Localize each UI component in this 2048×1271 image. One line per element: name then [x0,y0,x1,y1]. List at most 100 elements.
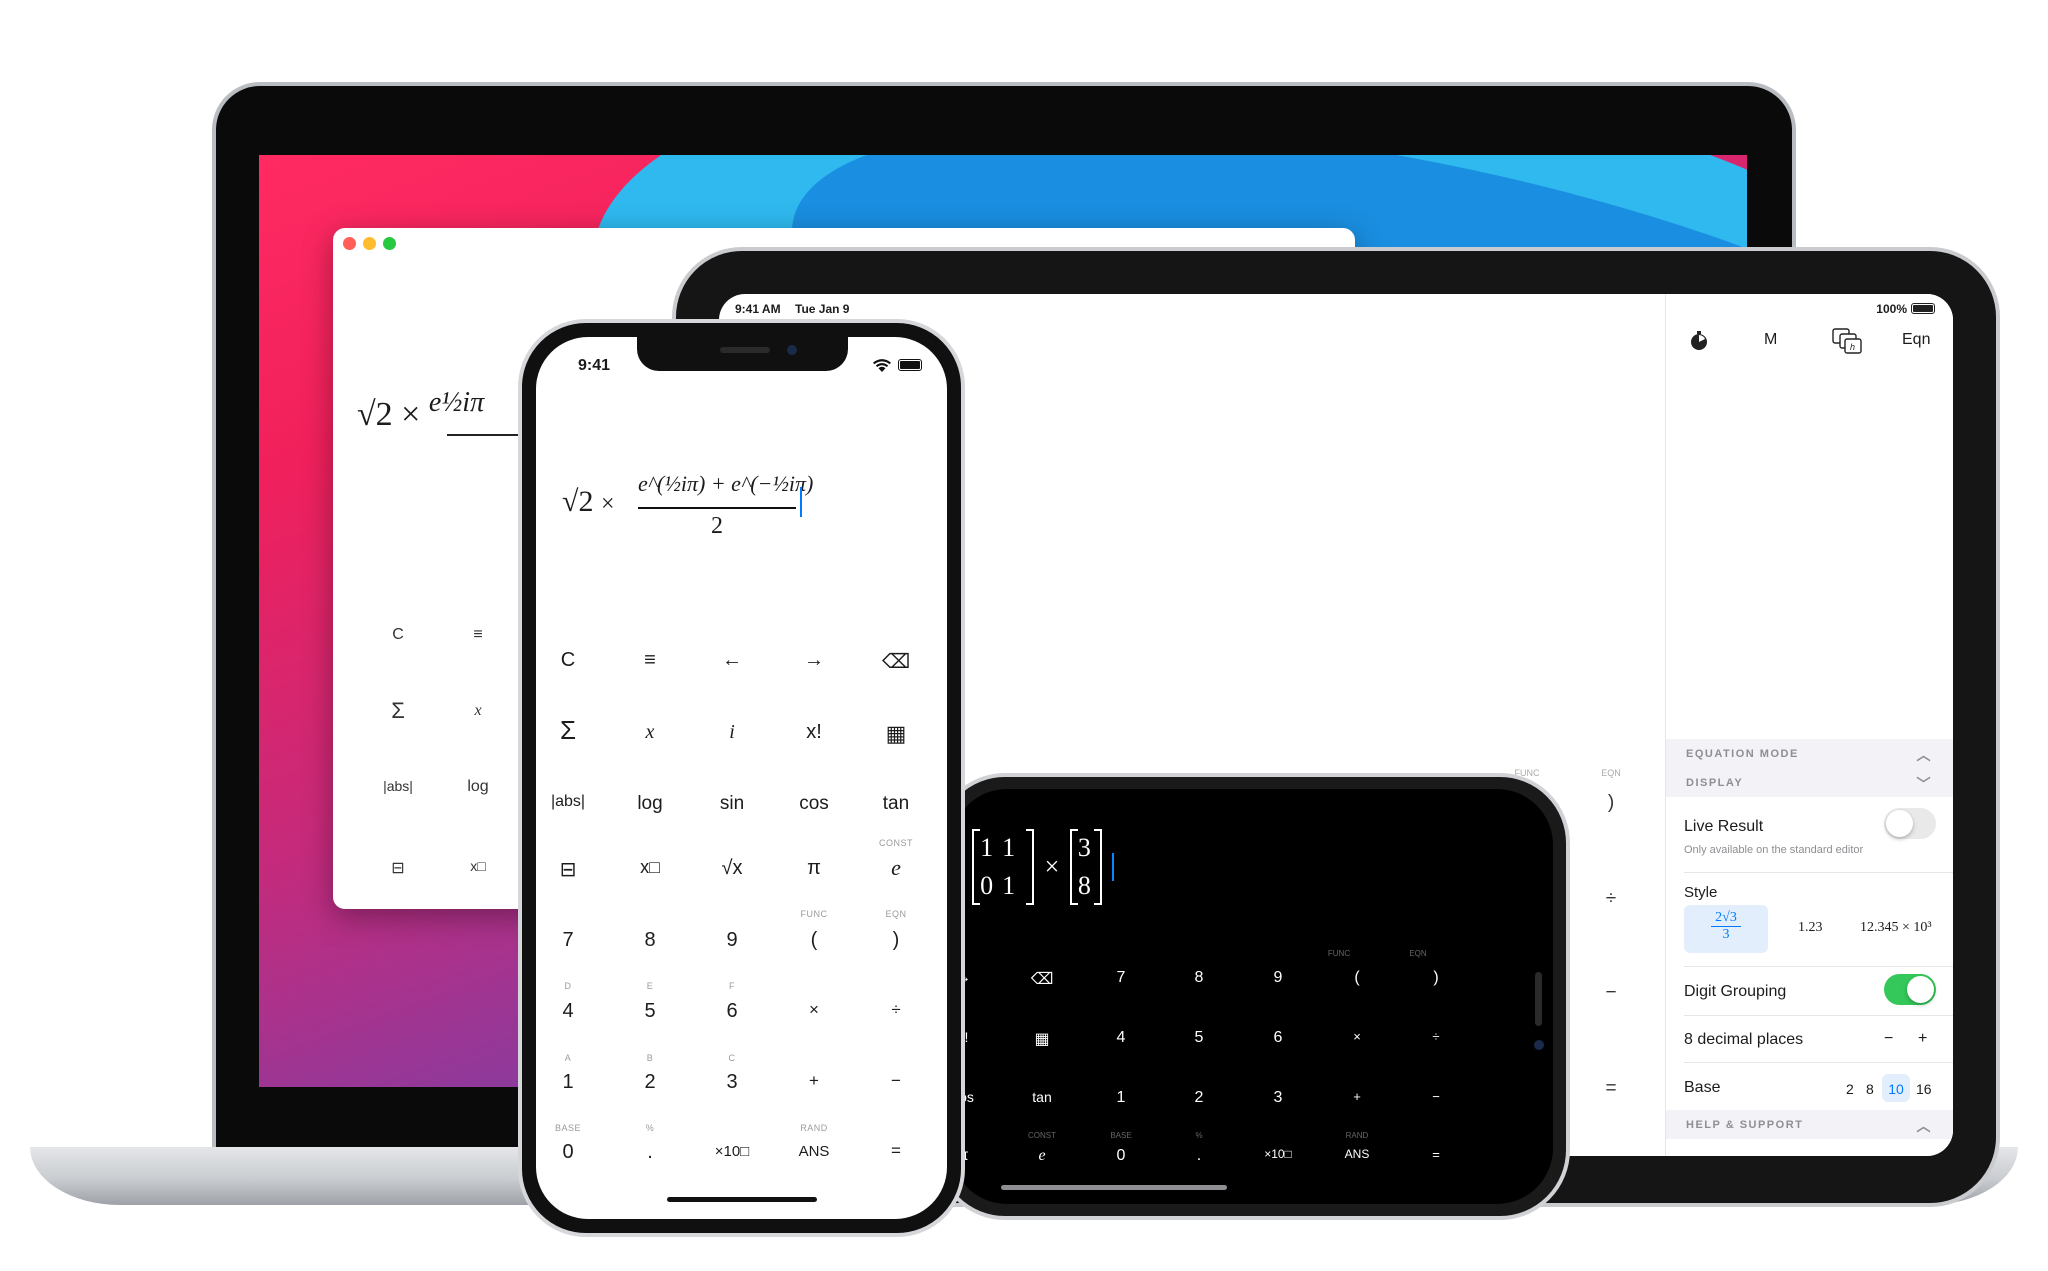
key-equals[interactable]: = [1591,1078,1631,1100]
close-window-button[interactable] [343,237,356,250]
key-add[interactable]: + [1327,1089,1387,1104]
key-9[interactable]: 9 [697,929,767,952]
key-0[interactable]: 0 [1091,1147,1151,1165]
key-subtract[interactable]: − [1406,1089,1466,1104]
zoom-window-button[interactable] [383,237,396,250]
key-3[interactable]: 3 [697,1071,767,1094]
key-ans[interactable]: ANS [1327,1147,1387,1161]
style-option-decimal[interactable]: 1.23 [1798,920,1823,936]
key-open-paren[interactable]: ( [1327,969,1387,987]
key-sum[interactable]: Σ [536,715,603,746]
key-fraction[interactable]: ⊟ [536,857,603,882]
key-pi[interactable]: π [779,857,849,880]
key-tan[interactable]: tan [861,793,931,815]
key-variable[interactable]: x [615,721,685,744]
key-5[interactable]: 5 [1169,1029,1229,1047]
key-equals[interactable]: = [861,1141,931,1161]
key-menu[interactable]: ≡ [615,649,685,672]
key-power[interactable]: x□ [443,858,513,874]
key-cos[interactable]: cos [779,793,849,815]
key-0[interactable]: 0 [536,1141,603,1164]
key-log[interactable]: log [443,778,513,796]
key-e[interactable]: e [861,855,931,881]
key-5[interactable]: 5 [615,1000,685,1023]
key-4[interactable]: 4 [1091,1029,1151,1047]
key-matrix[interactable]: ▦ [861,721,931,747]
key-fraction[interactable]: ⊟ [363,858,433,878]
key-multiply[interactable]: × [1327,1029,1387,1044]
key-subtract[interactable]: − [861,1071,931,1091]
key-7[interactable]: 7 [536,929,603,952]
key-divide[interactable]: ÷ [1406,1029,1466,1044]
key-8[interactable]: 8 [1169,969,1229,987]
key-backspace[interactable]: ⌫ [1012,969,1072,989]
key-4[interactable]: 4 [536,1000,603,1023]
live-result-toggle[interactable] [1884,808,1936,839]
key-1[interactable]: 1 [536,1071,603,1094]
key-decimal[interactable]: . [615,1141,685,1164]
base-option-16[interactable]: 16 [1916,1081,1932,1097]
key-2[interactable]: 2 [1169,1089,1229,1107]
key-clear[interactable]: C [536,649,603,672]
key-close-paren[interactable]: ) [861,929,931,952]
decimal-decrease-button[interactable]: − [1884,1030,1893,1048]
key-divide[interactable]: ÷ [1591,888,1631,910]
key-menu[interactable]: ≡ [443,626,513,644]
key-backspace[interactable]: ⌫ [861,649,931,674]
key-matrix[interactable]: ▦ [1012,1029,1072,1049]
key-7[interactable]: 7 [1091,969,1151,987]
memory-button[interactable]: M [1764,331,1777,349]
display-section[interactable]: DISPLAY ﹀ [1666,768,1953,797]
key-left-arrow[interactable]: ← [697,649,767,672]
key-e[interactable]: e [1012,1147,1072,1165]
key-clear[interactable]: C [363,626,433,644]
help-support-section[interactable]: HELP & SUPPORT ︿ [1666,1110,1953,1139]
key-subtract[interactable]: − [1591,982,1631,1004]
key-decimal[interactable]: . [1169,1147,1229,1165]
key-abs[interactable]: |abs| [363,778,433,794]
style-option-scientific[interactable]: 12.345 × 10³ [1860,920,1932,936]
key-2[interactable]: 2 [615,1071,685,1094]
key-sum[interactable]: Σ [363,698,433,724]
mac-expression[interactable]: √2 × e½iπ [357,387,484,434]
equation-mode-section[interactable]: EQUATION MODE ︿ [1666,739,1953,768]
key-power[interactable]: x□ [615,857,685,878]
key-6[interactable]: 6 [697,1000,767,1023]
key-factorial[interactable]: x! [779,721,849,744]
key-exponent[interactable]: ×10□ [697,1143,767,1160]
key-variable[interactable]: x [443,702,513,720]
key-open-paren[interactable]: ( [779,929,849,952]
portrait-expression[interactable]: √2 × [562,485,615,519]
digit-grouping-toggle[interactable] [1884,974,1936,1005]
key-abs[interactable]: |abs| [536,793,603,811]
decimal-increase-button[interactable]: + [1918,1030,1927,1048]
key-divide[interactable]: ÷ [861,1000,931,1020]
key-add[interactable]: + [779,1071,849,1091]
functions-icon[interactable]: h [1832,328,1862,354]
key-exponent[interactable]: ×10□ [1248,1147,1308,1161]
timer-icon[interactable] [1688,330,1710,352]
key-8[interactable]: 8 [615,929,685,952]
key-6[interactable]: 6 [1248,1029,1308,1047]
key-close-paren[interactable]: ) [1591,792,1631,814]
base-option-8[interactable]: 8 [1866,1081,1874,1097]
key-log[interactable]: log [615,793,685,815]
key-multiply[interactable]: × [779,1000,849,1020]
style-option-exact[interactable]: 2√3 3 [1684,905,1768,953]
key-sqrt[interactable]: √x [697,857,767,880]
key-ans[interactable]: ANS [779,1143,849,1160]
landscape-expression[interactable]: + 11 01 × 38 [951,829,1115,905]
key-equals[interactable]: = [1406,1147,1466,1162]
key-sin[interactable]: sin [697,793,767,815]
key-close-paren[interactable]: ) [1406,969,1466,987]
key-imaginary[interactable]: i [697,721,767,744]
equation-mode-button[interactable]: Eqn [1902,331,1930,349]
base-option-2[interactable]: 2 [1846,1081,1854,1097]
key-right-arrow[interactable]: → [779,649,849,672]
minimize-window-button[interactable] [363,237,376,250]
key-1[interactable]: 1 [1091,1089,1151,1107]
key-3[interactable]: 3 [1248,1089,1308,1107]
base-option-10[interactable]: 10 [1882,1074,1910,1102]
key-9[interactable]: 9 [1248,969,1308,987]
key-tan[interactable]: tan [1012,1089,1072,1105]
